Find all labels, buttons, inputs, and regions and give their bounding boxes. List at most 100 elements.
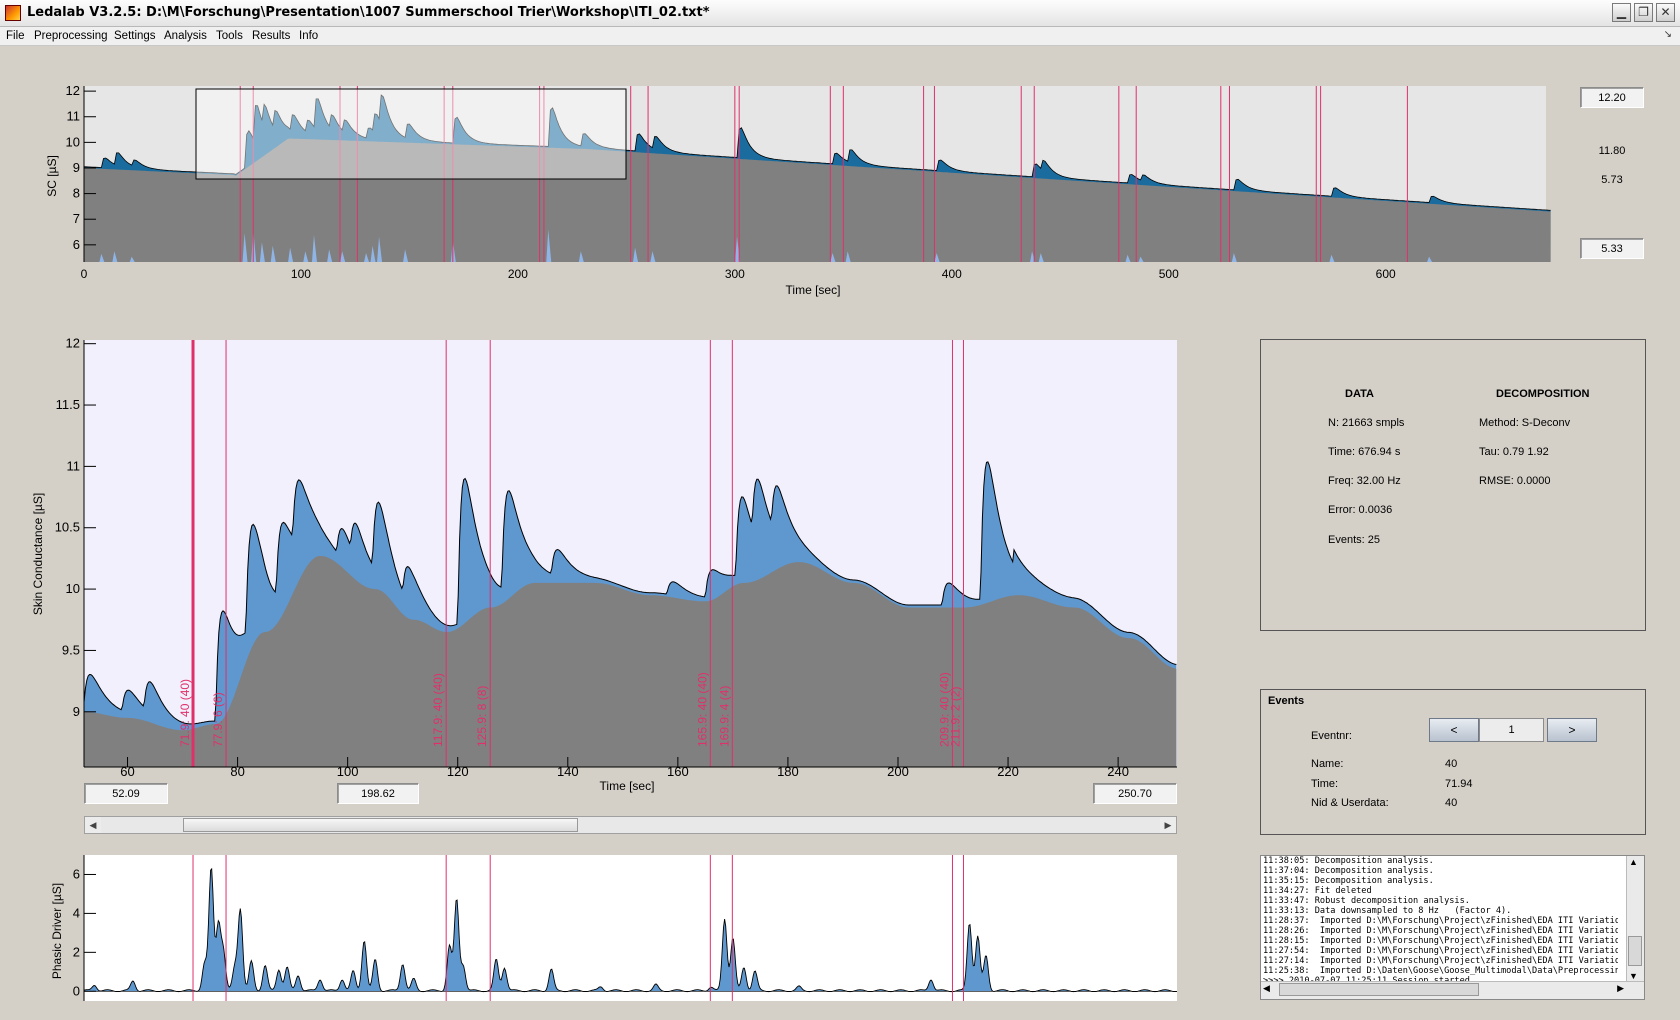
menu-file[interactable]: File	[4, 28, 27, 44]
main-x-tick-label: 160	[667, 764, 689, 779]
scroll-right-arrow-icon[interactable]: ▶	[1160, 817, 1176, 833]
session-log-list[interactable]: 11:38:05: Decomposition analysis. 11:37:0…	[1260, 855, 1645, 1000]
maximize-button[interactable]: ❐	[1634, 3, 1653, 22]
event-nid-label: Nid & Userdata:	[1311, 797, 1389, 809]
overview-y-tick-label: 6	[73, 237, 80, 252]
log-line: 11:27:54: Imported D:\M\Forschung\Projec…	[1263, 946, 1618, 956]
main-y-tick-label: 9.5	[62, 642, 80, 657]
menu-info[interactable]: Info	[297, 28, 320, 44]
log-line: 11:28:37: Imported D:\M\Forschung\Projec…	[1263, 916, 1618, 926]
overview-y-tick-label: 12	[66, 83, 80, 98]
overview-x-tick-label: 100	[291, 267, 311, 281]
decomposition-rmse: RMSE: 0.0000	[1479, 475, 1551, 487]
menu-tools[interactable]: Tools	[214, 28, 245, 44]
log-scroll-right-icon[interactable]: ▶	[1617, 983, 1624, 994]
event-label: 71.9: 40 (40)	[178, 679, 192, 747]
overview-max-field[interactable]: 12.20	[1580, 87, 1644, 108]
overview-upper-value: 11.80	[1598, 145, 1626, 157]
log-line: 11:28:15: Imported D:\M\Forschung\Projec…	[1263, 936, 1618, 946]
event-name-value: 40	[1445, 758, 1458, 770]
decomposition-method: Method: S-Deconv	[1479, 417, 1571, 429]
main-x-label: Time [sec]	[600, 779, 655, 793]
data-samples: N: 21663 smpls	[1328, 417, 1405, 429]
title-bar: Ledalab V3.2.5: D:\M\Forschung\Presentat…	[0, 0, 1680, 27]
main-x-tick-label: 140	[557, 764, 579, 779]
next-event-button[interactable]: >	[1547, 718, 1597, 742]
log-scrollbar-thumb[interactable]	[1628, 936, 1642, 966]
events-title: Events	[1268, 695, 1305, 707]
phasic-y-tick-label: 6	[73, 866, 80, 881]
scrollbar-thumb[interactable]	[183, 818, 578, 832]
main-y-tick-label: 10	[66, 581, 80, 596]
log-line: 11:28:26: Imported D:\M\Forschung\Projec…	[1263, 926, 1618, 936]
menu-preprocessing[interactable]: Preprocessing	[32, 28, 110, 44]
log-line: 11:27:14: Imported D:\M\Forschung\Projec…	[1263, 956, 1618, 966]
overview-x-tick-label: 0	[81, 267, 88, 281]
events-panel: Events Eventnr: < 1 > Name: 40 Time: 71.…	[1260, 689, 1646, 835]
decomposition-header: DECOMPOSITION	[1496, 388, 1590, 400]
log-line: 11:25:38: Imported D:\Daten\Goose\Goose_…	[1263, 966, 1618, 976]
event-label: 165.9: 40 (40)	[695, 672, 709, 747]
data-header: DATA	[1345, 388, 1374, 400]
overview-x-tick-label: 400	[942, 267, 962, 281]
overview-y-tick-label: 8	[73, 186, 80, 201]
log-line: 11:37:04: Decomposition analysis.	[1263, 866, 1434, 876]
main-sc-plot[interactable]: 71.9: 40 (40) 77.9: 6 (6) 117.9: 40 (40) 12…	[0, 330, 1190, 800]
event-label: 211.9: 2 (2)	[948, 687, 962, 747]
event-label: 117.9: 40 (40)	[431, 673, 445, 747]
event-nid-value: 40	[1445, 797, 1458, 809]
zoom-window-rectangle[interactable]	[195, 88, 627, 180]
log-horizontal-scrollbar[interactable]: ◀ ▶	[1261, 981, 1644, 999]
menu-results[interactable]: Results	[250, 28, 292, 44]
eventnr-input[interactable]: 1	[1479, 718, 1544, 742]
time-scrollbar[interactable]: ◀ ▶	[84, 816, 1177, 834]
main-x-tick-label: 180	[777, 764, 799, 779]
close-icon: ✕	[1660, 5, 1671, 19]
overview-lower-value: 5.73	[1601, 174, 1623, 186]
log-vertical-scrollbar[interactable]: ▲ ▼	[1626, 856, 1644, 982]
menu-bar: File Preprocessing Settings Analysis Too…	[0, 27, 1680, 46]
session-log-lines: 11:38:05: Decomposition analysis. 11:37:0…	[1263, 856, 1618, 986]
menu-analysis[interactable]: Analysis	[162, 28, 209, 44]
range-center-field[interactable]: 198.62	[337, 783, 419, 804]
event-name-label: Name:	[1311, 758, 1344, 770]
overview-x-label: Time [sec]	[786, 283, 841, 297]
overview-y-tick-label: 9	[73, 160, 80, 175]
phasic-driver-plot[interactable]: 6 4 2 0 Phasic Driver [µS]	[0, 850, 1190, 1010]
decomposition-tau: Tau: 0.79 1.92	[1479, 446, 1549, 458]
previous-event-button[interactable]: <	[1429, 718, 1479, 742]
log-hscroll-thumb[interactable]	[1279, 983, 1479, 996]
minimize-button[interactable]: ▁	[1612, 3, 1631, 22]
menu-settings[interactable]: Settings	[112, 28, 158, 44]
overview-y-tick-label: 11	[67, 109, 81, 124]
range-end-field[interactable]: 250.70	[1093, 783, 1177, 804]
main-y-tick-label: 12	[66, 336, 80, 351]
phasic-y-label: Phasic Driver [µS]	[50, 883, 64, 979]
overview-x-tick-label: 600	[1376, 267, 1396, 281]
overview-y-label: SC [µS]	[45, 155, 59, 197]
phasic-y-tick-label: 2	[73, 944, 80, 959]
main-x-tick-label: 240	[1107, 764, 1129, 779]
window-title: Ledalab V3.2.5: D:\M\Forschung\Presentat…	[27, 5, 710, 20]
event-label: 125.9: 8 (8)	[475, 686, 489, 747]
dock-arrow-icon[interactable]: ↘	[1664, 29, 1672, 40]
main-y-label: Skin Conductance [µS]	[31, 493, 45, 615]
log-line: 11:35:15: Decomposition analysis.	[1263, 876, 1434, 886]
log-line: 11:34:27: Fit deleted	[1263, 886, 1372, 896]
scroll-left-arrow-icon[interactable]: ◀	[85, 817, 101, 833]
minimize-icon: ▁	[1616, 5, 1627, 19]
phasic-y-tick-label: 0	[73, 983, 80, 998]
range-start-field[interactable]: 52.09	[84, 783, 168, 804]
main-x-tick-label: 80	[230, 764, 244, 779]
overview-plot[interactable]: 12 11 10 9 8 7 6 0 100 200 300 400 500 600 Time [sec…	[0, 80, 1560, 305]
main-x-tick-label: 60	[120, 764, 134, 779]
overview-min-field[interactable]: 5.33	[1580, 238, 1644, 259]
overview-x-tick-label: 500	[1159, 267, 1179, 281]
main-x-tick-label: 120	[447, 764, 469, 779]
overview-x-tick-label: 300	[725, 267, 745, 281]
main-y-tick-label: 10.5	[55, 520, 80, 535]
scroll-down-arrow-icon[interactable]: ▼	[1629, 971, 1638, 981]
log-scroll-left-icon[interactable]: ◀	[1263, 983, 1270, 994]
scroll-up-arrow-icon[interactable]: ▲	[1629, 857, 1638, 867]
close-button[interactable]: ✕	[1656, 3, 1675, 22]
